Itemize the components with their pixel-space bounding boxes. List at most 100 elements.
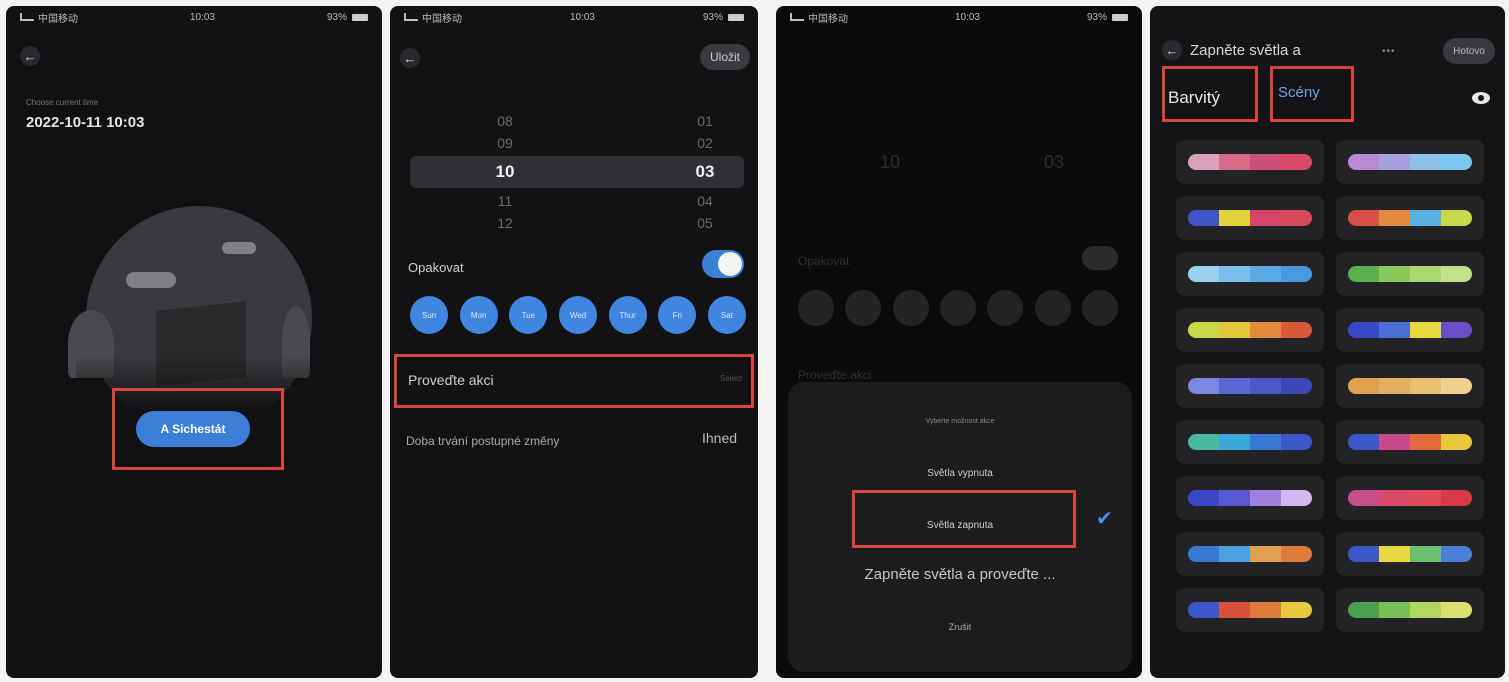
status-time: 10:03 (189, 11, 215, 23)
color-swatch[interactable] (1336, 364, 1484, 408)
color-gradient-bar (1188, 154, 1312, 170)
minute-wheel[interactable]: 01 02 03 04 05 (680, 110, 730, 234)
color-gradient-bar (1188, 546, 1312, 562)
status-bar: 中国移动 10:03 93% (776, 8, 1142, 26)
back-arrow-icon[interactable]: ← (400, 48, 420, 68)
color-swatch[interactable] (1176, 532, 1324, 576)
sheet-title: Vyberte možnost akce (925, 418, 995, 425)
color-swatch[interactable] (1176, 252, 1324, 296)
color-swatch[interactable] (1176, 420, 1324, 464)
color-gradient-bar (1188, 266, 1312, 282)
minute-option[interactable]: 01 (680, 110, 730, 132)
color-gradient-bar (1348, 546, 1472, 562)
done-button[interactable]: Hotovo (1443, 38, 1495, 64)
color-swatch[interactable] (1336, 588, 1484, 632)
carrier-label: 中国移动 (38, 13, 78, 25)
screen-action-sheet: 中国移动 10:03 93% 10 03 Opakovat Proveďte a… (776, 6, 1142, 678)
checkmark-icon: ✔ (1096, 508, 1113, 530)
color-swatch[interactable] (1336, 420, 1484, 464)
eye-icon[interactable] (1472, 92, 1490, 104)
day-fri[interactable]: Fri (658, 296, 697, 334)
color-gradient-bar (1348, 378, 1472, 394)
minute-option[interactable]: 05 (680, 212, 730, 234)
carrier-label: 中国移动 (808, 13, 848, 25)
repeat-toggle[interactable] (702, 250, 744, 278)
color-swatch[interactable] (1336, 476, 1484, 520)
minute-option[interactable]: 02 (680, 132, 730, 154)
color-gradient-bar (1188, 378, 1312, 394)
color-gradient-bar (1348, 210, 1472, 226)
battery-icon (727, 13, 744, 21)
dimmed-hour: 10 (880, 152, 901, 172)
hour-option[interactable]: 12 (480, 212, 530, 234)
battery-icon (351, 13, 368, 21)
hour-option[interactable]: 08 (480, 110, 530, 132)
color-swatch[interactable] (1176, 140, 1324, 184)
color-gradient-bar (1188, 322, 1312, 338)
option-lights-off[interactable]: Světla vypnuta (788, 468, 1132, 479)
screen-schedule: 中国移动 10:03 93% ← Uložit 08 09 10 11 12 0… (390, 6, 758, 678)
color-gradient-bar (1188, 210, 1312, 226)
hour-wheel[interactable]: 08 09 10 11 12 (480, 110, 530, 234)
back-arrow-icon[interactable]: ← (1162, 40, 1182, 60)
highlight-box (112, 388, 284, 470)
color-gradient-bar (1348, 602, 1472, 618)
color-gradient-bar (1188, 434, 1312, 450)
highlight-box (1162, 66, 1258, 122)
color-swatch[interactable] (1336, 196, 1484, 240)
status-bar: 中国移动 10:03 93% (6, 8, 382, 26)
color-gradient-bar (1348, 154, 1472, 170)
color-swatch[interactable] (1336, 308, 1484, 352)
current-datetime: 2022-10-11 10:03 (26, 114, 145, 131)
screen-color-picker: ← Zapněte světla a ••• Hotovo Barvitý Sc… (1150, 6, 1505, 678)
color-gradient-bar (1348, 490, 1472, 506)
back-arrow-icon[interactable]: ← (20, 46, 40, 66)
battery-label: 93% (326, 11, 347, 23)
hour-selected[interactable]: 10 (480, 156, 530, 188)
save-button[interactable]: Uložit (700, 44, 750, 70)
color-gradient-bar (1188, 490, 1312, 506)
battery-icon (1111, 13, 1128, 21)
day-mon[interactable]: Mon (459, 296, 498, 334)
dimmed-action-label: Proveďte akci (798, 368, 872, 382)
color-swatch[interactable] (1176, 196, 1324, 240)
day-sun[interactable]: Sun (410, 296, 448, 334)
hour-option[interactable]: 09 (480, 132, 530, 154)
time-picker[interactable]: 08 09 10 11 12 01 02 03 04 05 (410, 110, 744, 234)
battery-label: 93% (1086, 11, 1107, 23)
hour-option[interactable]: 11 (480, 190, 530, 212)
color-swatch[interactable] (1176, 476, 1324, 520)
status-bar: 中国移动 10:03 93% (390, 8, 758, 26)
empty-box-illustration (68, 206, 322, 436)
carrier-label: 中国移动 (422, 13, 462, 25)
color-gradient-bar (1348, 266, 1472, 282)
color-swatch[interactable] (1336, 252, 1484, 296)
highlight-box (1270, 66, 1354, 122)
day-thur[interactable]: Thur (608, 296, 647, 334)
transition-duration-value[interactable]: Ihned (702, 430, 737, 446)
day-wed[interactable]: Wed (558, 296, 597, 334)
highlight-box (394, 354, 754, 408)
dimmed-repeat-toggle (1082, 246, 1118, 270)
more-icon[interactable]: ••• (1382, 46, 1396, 57)
current-time-label: Choose current time (26, 98, 99, 107)
transition-duration-label[interactable]: Doba trvání postupné změny (406, 434, 559, 448)
day-tue[interactable]: Tue (509, 296, 548, 334)
minute-selected[interactable]: 03 (680, 156, 730, 188)
color-gradient-bar (1188, 602, 1312, 618)
color-gradient-bar (1348, 322, 1472, 338)
dimmed-minute: 03 (1044, 152, 1065, 172)
color-swatch[interactable] (1176, 588, 1324, 632)
signal-icon (404, 13, 418, 21)
signal-icon (790, 13, 804, 21)
minute-option[interactable]: 04 (680, 190, 730, 212)
color-swatch[interactable] (1336, 532, 1484, 576)
color-swatch[interactable] (1336, 140, 1484, 184)
highlight-box (852, 490, 1076, 548)
color-swatch[interactable] (1176, 308, 1324, 352)
cancel-button[interactable]: Zrušit (788, 622, 1132, 632)
status-time: 10:03 (569, 11, 595, 23)
screen-set-time: 中国移动 10:03 93% ← Choose current time 202… (6, 6, 382, 678)
color-swatch[interactable] (1176, 364, 1324, 408)
day-sat[interactable]: Sat (707, 296, 746, 334)
